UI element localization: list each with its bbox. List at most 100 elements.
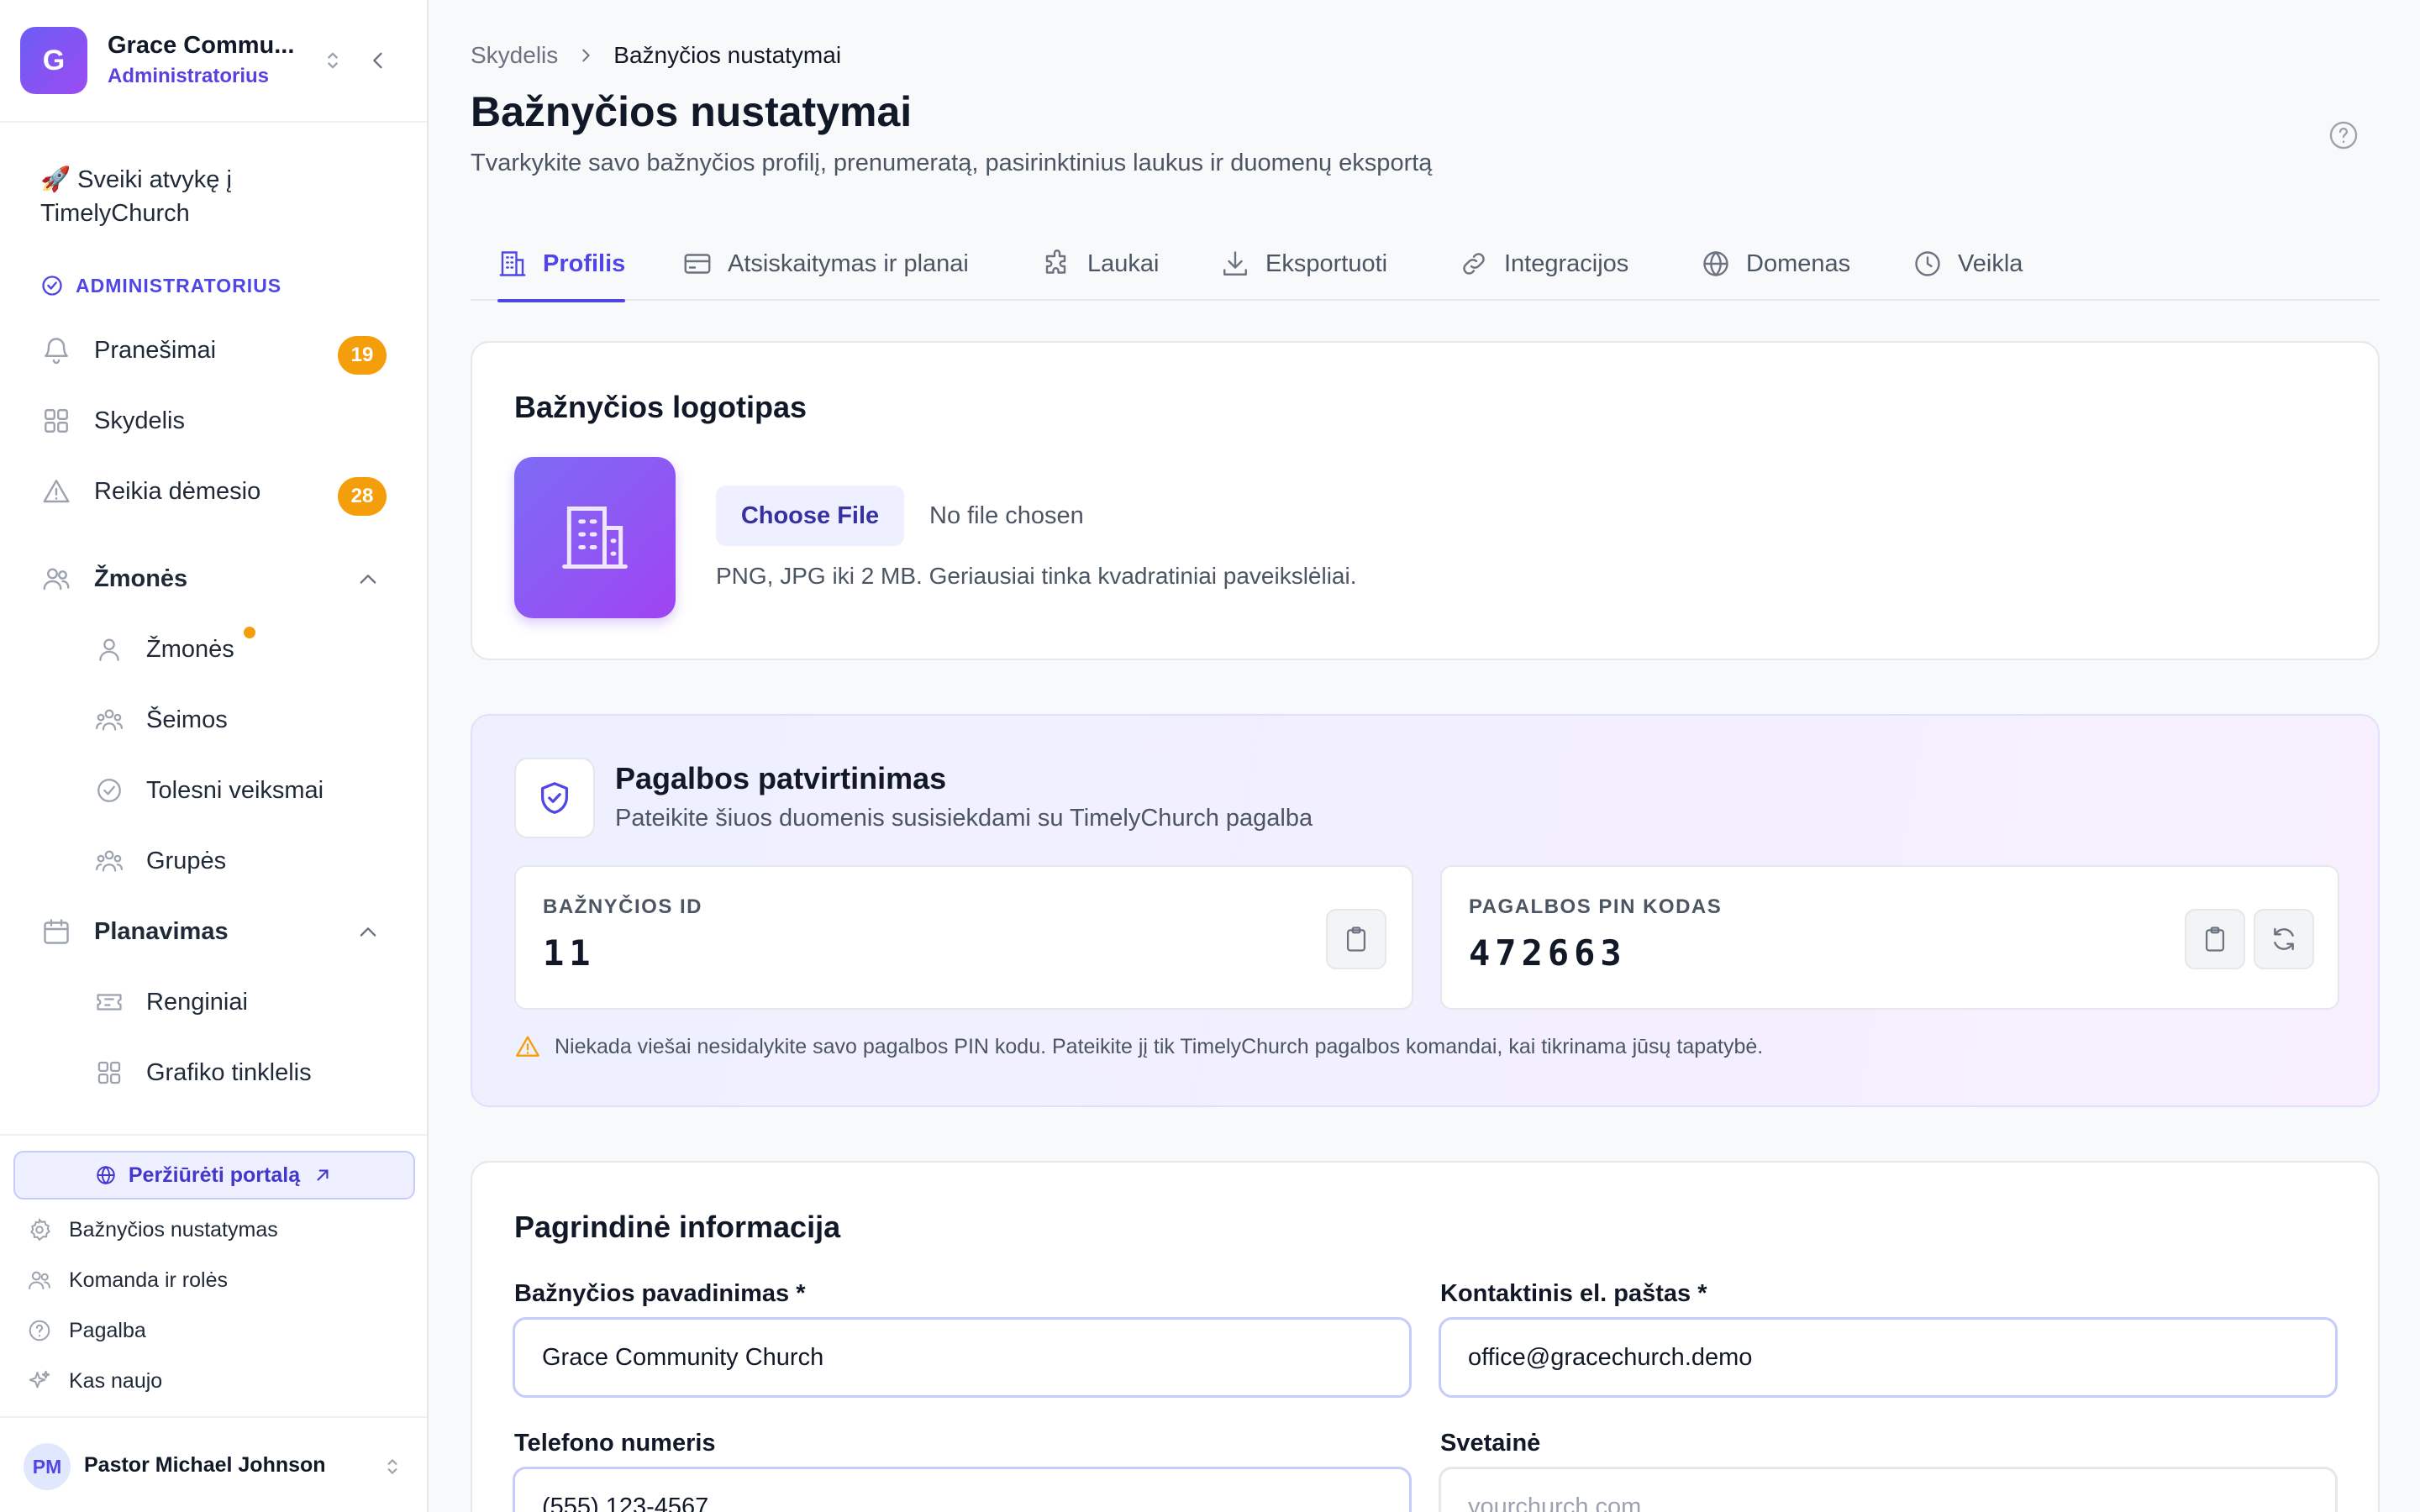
chevron-left-icon[interactable] xyxy=(366,47,390,74)
tab-label: Eksportuoti xyxy=(1265,249,1388,277)
breadcrumb-current: Bažnyčios nustatymai xyxy=(613,42,842,68)
sidebar-item-events[interactable]: Renginiai xyxy=(94,981,248,1023)
breadcrumb-parent[interactable]: Skydelis xyxy=(471,42,558,69)
sidebar-item-groups[interactable]: Grupės xyxy=(94,840,226,882)
download-icon xyxy=(1220,249,1250,279)
church-id-box: BAŽNYČIOS ID 11 xyxy=(514,865,1413,1010)
building-icon xyxy=(497,249,528,279)
tab-export[interactable]: Eksportuoti xyxy=(1220,227,1387,301)
external-link-icon xyxy=(312,1164,334,1186)
sidebar-item-dashboard[interactable]: Skydelis xyxy=(40,400,393,442)
sidebar-item-team-roles[interactable]: Komanda ir rolės xyxy=(27,1263,228,1297)
clipboard-icon xyxy=(2201,925,2229,953)
users-icon xyxy=(27,1268,52,1293)
warning-icon xyxy=(40,475,72,507)
user-icon xyxy=(94,634,124,664)
sidebar-item-followups[interactable]: Tolesni veiksmai xyxy=(94,769,324,811)
check-circle-icon xyxy=(40,274,64,297)
sidebar-item-label: Tolesni veiksmai xyxy=(146,776,324,804)
credit-card-icon xyxy=(682,249,713,279)
question-circle-icon xyxy=(27,1318,52,1343)
phone-label: Telefono numeris xyxy=(514,1430,716,1457)
sidebar-item-church-settings[interactable]: Bažnyčios nustatymas xyxy=(27,1213,278,1247)
support-pin-label: PAGALBOS PIN KODAS xyxy=(1469,895,1723,918)
contact-email-input[interactable] xyxy=(1439,1317,2338,1398)
copy-pin-button[interactable] xyxy=(2185,909,2245,969)
refresh-icon xyxy=(2270,925,2298,953)
page-subtitle: Tvarkykite savo bažnyčios profilį, prenu… xyxy=(471,150,1433,176)
sidebar-item-label: Pranešimai xyxy=(94,336,217,364)
building-icon xyxy=(556,499,634,576)
view-portal-button[interactable]: Peržiūrėti portalą xyxy=(13,1151,415,1200)
sidebar-item-schedule-grid[interactable]: Grafiko tinklelis xyxy=(94,1052,312,1094)
file-status: No file chosen xyxy=(929,502,1084,529)
tab-fields[interactable]: Laukai xyxy=(1042,227,1159,301)
chevron-up-down-icon[interactable] xyxy=(321,47,345,74)
website-input[interactable] xyxy=(1439,1467,2338,1512)
question-circle-icon[interactable] xyxy=(2328,119,2360,151)
shield-check-icon xyxy=(535,779,574,817)
welcome-message[interactable]: 🚀 Sveiki atvykę į TimelyChurch xyxy=(40,163,343,230)
sidebar-item-families[interactable]: Šeimos xyxy=(94,699,228,741)
church-id-label: BAŽNYČIOS ID xyxy=(543,895,703,918)
chevron-up-icon[interactable] xyxy=(356,921,380,944)
utility-label: Komanda ir rolės xyxy=(69,1268,228,1292)
tab-label: Profilis xyxy=(543,249,626,277)
clock-icon xyxy=(1912,249,1943,279)
group-icon xyxy=(94,846,124,876)
grid-icon xyxy=(94,1058,124,1088)
globe-icon xyxy=(95,1164,117,1186)
tab-profile[interactable]: Profilis xyxy=(497,227,626,302)
sidebar-item-whats-new[interactable]: Kas naujo xyxy=(27,1364,162,1398)
users-icon xyxy=(40,563,72,595)
org-header[interactable]: G Grace Commu... Administratorius xyxy=(0,0,427,123)
pin-warning-text: Niekada viešai nesidalykite savo pagalbo… xyxy=(555,1034,1764,1058)
calendar-icon xyxy=(40,916,72,948)
puzzle-icon xyxy=(1042,249,1072,279)
sidebar-item-label: Grafiko tinklelis xyxy=(146,1058,312,1086)
tab-billing[interactable]: Atsiskaitymas ir planai xyxy=(682,227,969,301)
contact-email-label: Kontaktinis el. paštas * xyxy=(1440,1280,1707,1307)
support-card-title: Pagalbos patvirtinimas xyxy=(615,761,947,795)
attention-count-badge: 28 xyxy=(338,477,387,516)
church-name-label: Bažnyčios pavadinimas * xyxy=(514,1280,806,1307)
sidebar-item-label: Skydelis xyxy=(94,407,185,434)
chevron-right-icon xyxy=(576,46,595,65)
utility-label: Kas naujo xyxy=(69,1368,163,1393)
sidebar-item-label: Šeimos xyxy=(146,706,228,733)
basic-info-card: Pagrindinė informacija Bažnyčios pavadin… xyxy=(471,1161,2380,1512)
logo-card: Bažnyčios logotipas Choose File No file … xyxy=(471,341,2380,660)
sidebar-item-notifications[interactable]: Pranešimai 19 xyxy=(40,329,393,375)
choose-file-button[interactable]: Choose File xyxy=(716,486,904,546)
ticket-icon xyxy=(94,987,124,1017)
sidebar-group-people[interactable]: Žmonės xyxy=(40,558,393,600)
support-pin-box: PAGALBOS PIN KODAS 472663 xyxy=(1440,865,2339,1010)
notification-count-badge: 19 xyxy=(338,336,387,375)
chevron-up-icon[interactable] xyxy=(356,568,380,591)
settings-tabs: Profilis Atsiskaitymas ir planai Laukai … xyxy=(471,227,2380,302)
clipboard-icon xyxy=(1342,925,1370,953)
sidebar-item-label: Žmonės xyxy=(146,635,234,663)
copy-church-id-button[interactable] xyxy=(1326,909,1386,969)
sidebar-item-label: Renginiai xyxy=(146,988,248,1016)
tab-label: Integracijos xyxy=(1504,249,1629,277)
regenerate-pin-button[interactable] xyxy=(2254,909,2314,969)
sidebar-item-attention[interactable]: Reikia dėmesio 28 xyxy=(40,470,393,516)
tab-activity[interactable]: Veikla xyxy=(1912,227,2023,301)
gear-icon xyxy=(27,1217,52,1242)
shield-badge xyxy=(514,758,595,838)
sidebar-group-label: Planavimas xyxy=(94,917,229,945)
tab-domain[interactable]: Domenas xyxy=(1701,227,1850,301)
sidebar-item-help[interactable]: Pagalba xyxy=(27,1314,146,1347)
chevron-up-down-icon[interactable] xyxy=(381,1453,403,1480)
globe-icon xyxy=(1701,249,1731,279)
user-menu[interactable]: PM Pastor Michael Johnson xyxy=(0,1416,427,1512)
link-icon xyxy=(1459,249,1489,279)
section-admin: ADMINISTRATORIUS xyxy=(40,274,281,297)
sidebar-item-people[interactable]: Žmonės xyxy=(94,628,234,670)
tab-integrations[interactable]: Integracijos xyxy=(1459,227,1628,301)
phone-input[interactable] xyxy=(513,1467,1412,1512)
user-name: Pastor Michael Johnson xyxy=(84,1453,326,1477)
church-name-input[interactable] xyxy=(513,1317,1412,1398)
sidebar-group-planning[interactable]: Planavimas xyxy=(40,911,393,953)
